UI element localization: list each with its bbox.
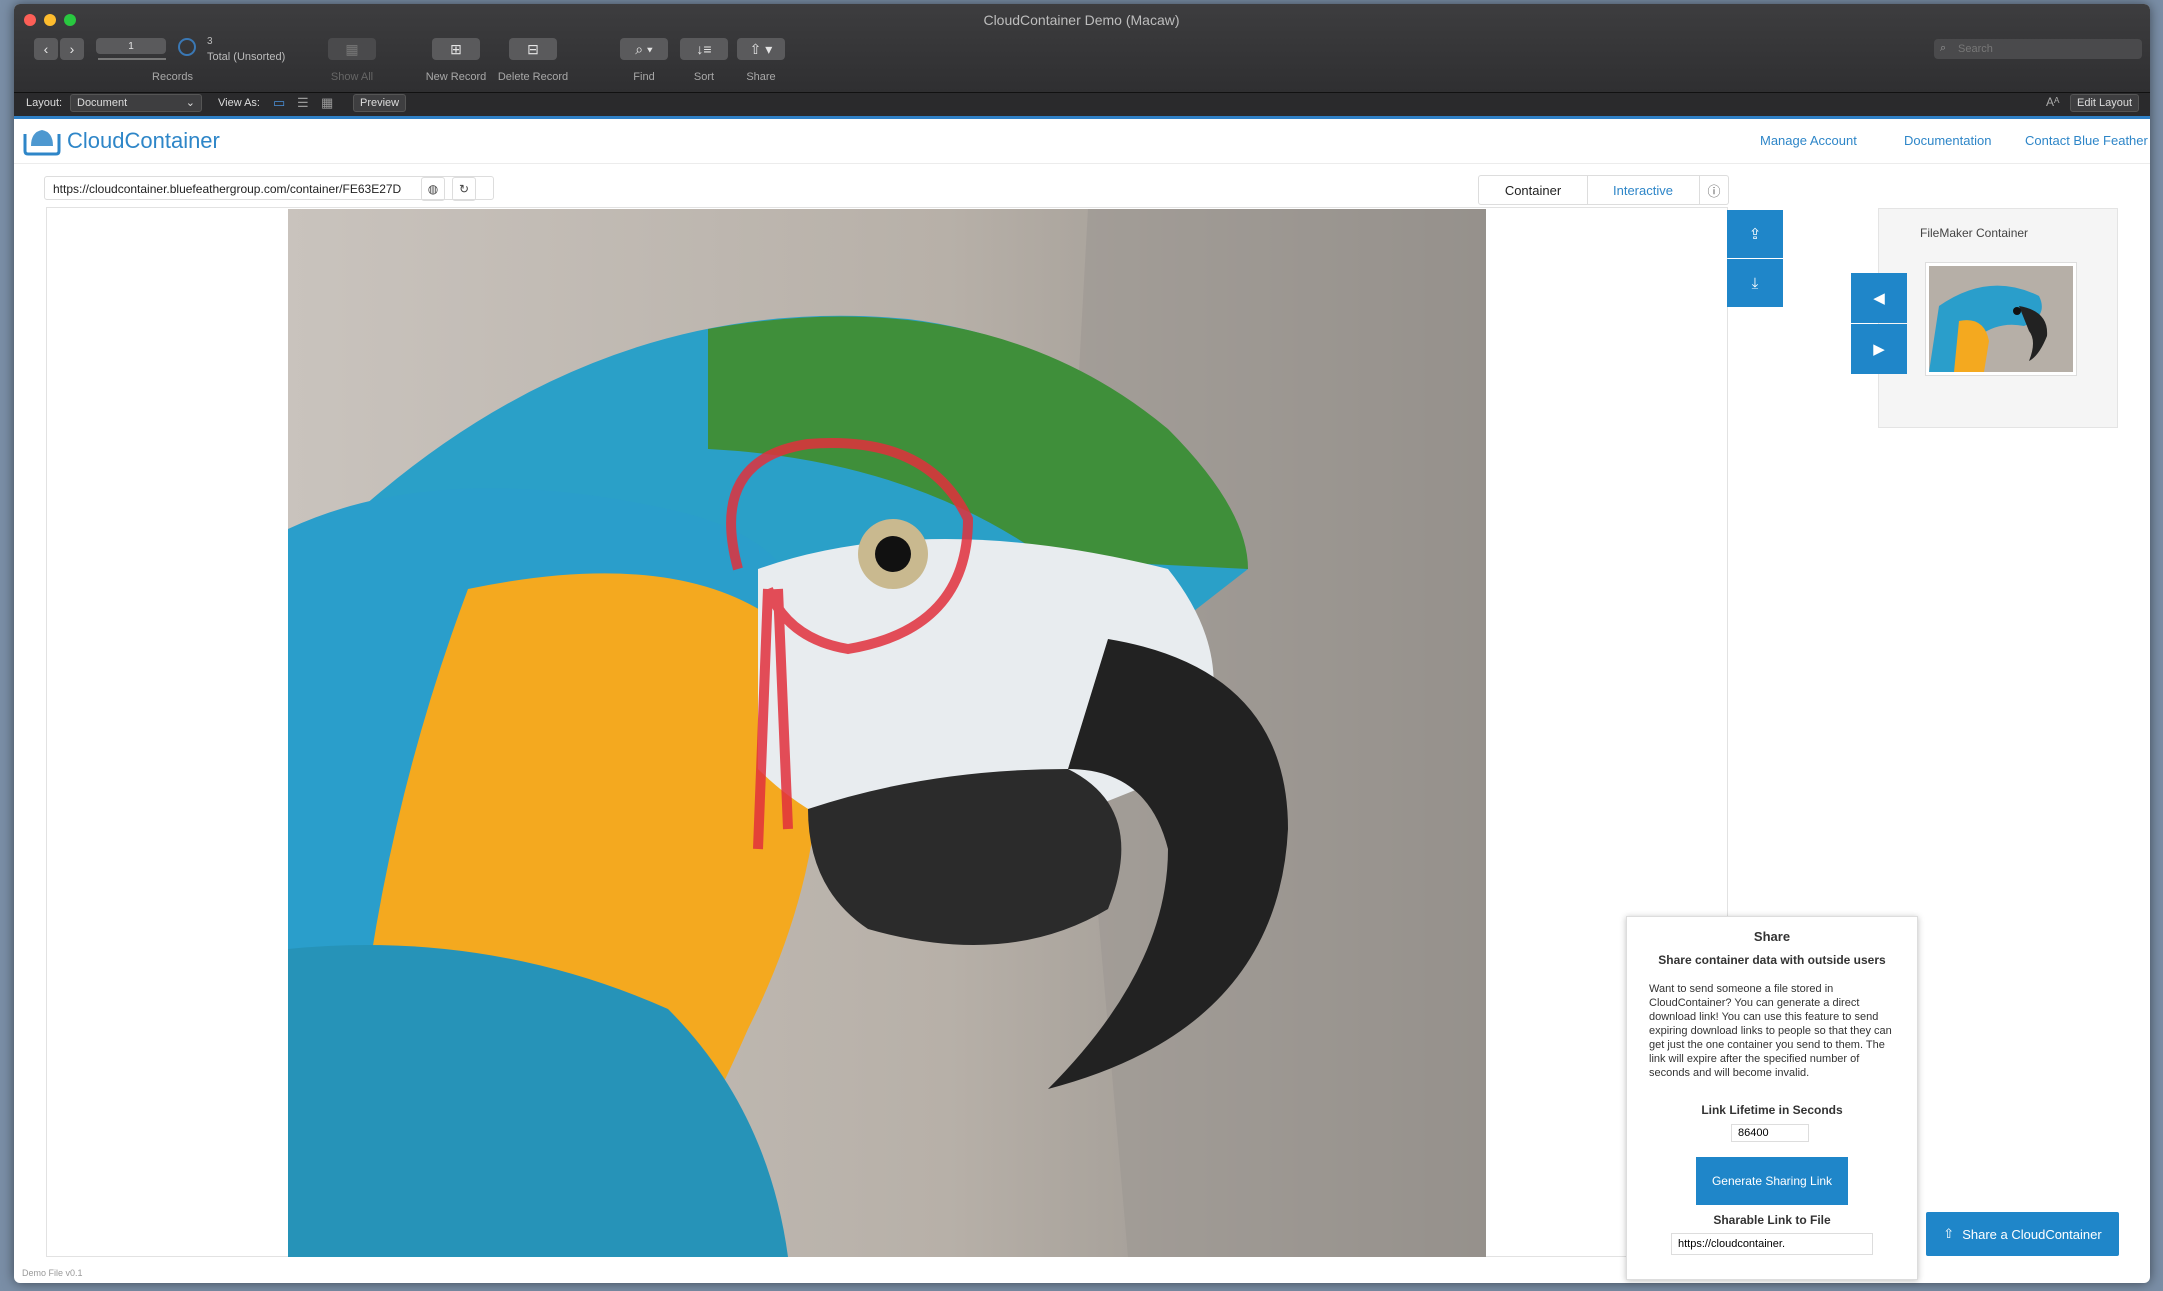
header-divider <box>14 163 2150 164</box>
sort-button[interactable]: ↓≡ <box>680 38 728 60</box>
layout-label: Layout: <box>26 97 63 109</box>
documentation-link[interactable]: Documentation <box>1904 133 1991 148</box>
sort-icon: ↓≡ <box>696 41 712 57</box>
pull-from-cloud-button[interactable]: ▶ <box>1851 324 1907 374</box>
cloudcontainer-logo-icon <box>23 130 61 156</box>
upload-icon: ⇪ <box>1748 226 1762 243</box>
record-number-field[interactable]: 1 <box>96 38 166 54</box>
record-slider[interactable] <box>98 58 166 60</box>
layout-select[interactable]: Document ⌄ <box>70 94 202 112</box>
search-icon: ⌕ <box>1940 42 1947 54</box>
search-icon: ⌕ ▾ <box>635 40 653 57</box>
chevron-down-icon: ⌄ <box>185 97 195 109</box>
arrow-left-icon: ◀ <box>1873 290 1885 307</box>
push-to-cloud-button[interactable]: ◀ <box>1851 273 1907 323</box>
minus-icon: ⊟ <box>527 40 539 57</box>
generate-sharing-link-button[interactable]: Generate Sharing Link <box>1696 1157 1848 1205</box>
share-popover-subtitle: Share container data with outside users <box>1658 953 1886 967</box>
share-icon: ⇧ ▾ <box>749 40 773 57</box>
arrow-right-icon: ▶ <box>1873 341 1885 358</box>
header-rule <box>14 116 2150 119</box>
form-view-icon[interactable]: ▭ <box>273 95 285 111</box>
show-all-label: Show All <box>330 71 374 83</box>
download-button[interactable]: ⤓ <box>1727 259 1783 307</box>
upload-button[interactable]: ⇪ <box>1727 210 1783 258</box>
new-record-button[interactable]: ⊞ <box>432 38 480 60</box>
records-pie-icon <box>178 38 196 56</box>
list-view-icon[interactable]: ☰ <box>297 95 309 111</box>
download-icon: ⤓ <box>1751 274 1759 292</box>
show-all-button[interactable]: ▦ <box>328 38 376 60</box>
plus-icon: ⊞ <box>450 40 462 57</box>
macaw-photo[interactable] <box>288 209 1486 1257</box>
preview-button[interactable]: Preview <box>353 94 407 112</box>
contact-link[interactable]: Contact Blue Feather <box>2025 133 2148 148</box>
brand-name: CloudContainer <box>67 128 220 153</box>
sort-label: Sort <box>693 71 715 83</box>
share-cloudcontainer-button[interactable]: ⇧ Share a CloudContainer <box>1926 1212 2119 1256</box>
share-popover-description: Want to send someone a file stored in Cl… <box>1649 983 1892 1079</box>
share-popover: Share Share container data with outside … <box>1626 916 1918 1280</box>
search-field[interactable]: ⌕ Search <box>1934 39 2142 59</box>
share-cloudcontainer-label: Share a CloudContainer <box>1962 1226 2102 1242</box>
share-label: Share <box>746 71 776 83</box>
find-button[interactable]: ⌕ ▾ <box>620 38 668 60</box>
prev-record-button[interactable]: ‹ <box>34 38 58 60</box>
record-total: 3 <box>207 36 213 47</box>
window-title: CloudContainer Demo (Macaw) <box>983 12 1180 28</box>
table-view-icon[interactable]: ▦ <box>321 95 333 111</box>
view-as-label: View As: <box>218 97 260 109</box>
share-toolbar-button[interactable]: ⇧ ▾ <box>737 38 785 60</box>
new-record-label: New Record <box>425 71 487 83</box>
tab-container[interactable]: Container <box>1478 175 1588 205</box>
find-label: Find <box>633 71 655 83</box>
search-placeholder: Search <box>1958 43 1993 55</box>
info-icon[interactable]: ⓘ <box>1700 175 1729 205</box>
sharable-link-field[interactable] <box>1671 1233 1873 1255</box>
next-record-button[interactable]: › <box>60 38 84 60</box>
delete-record-button[interactable]: ⊟ <box>509 38 557 60</box>
font-size-icon[interactable]: Aᴬ <box>2046 95 2059 109</box>
sharable-link-label: Sharable Link to File <box>1713 1213 1831 1227</box>
globe-icon[interactable]: ◍ <box>421 177 445 201</box>
link-lifetime-input[interactable] <box>1731 1124 1809 1142</box>
filemaker-container-title: FileMaker Container <box>1920 226 2029 240</box>
delete-record-label: Delete Record <box>497 71 569 83</box>
manage-account-link[interactable]: Manage Account <box>1760 133 1857 148</box>
chevron-right-icon: › <box>69 41 75 57</box>
layout-value: Document <box>77 97 128 109</box>
macaw-thumbnail-image <box>1929 266 2073 372</box>
status-footer: Demo File v0.1 <box>22 1268 83 1278</box>
container-thumbnail[interactable] <box>1925 262 2077 376</box>
layout-bar <box>14 92 2150 117</box>
share-popover-title: Share <box>1753 929 1791 944</box>
edit-layout-button[interactable]: Edit Layout <box>2070 94 2140 112</box>
tab-interactive[interactable]: Interactive <box>1587 175 1700 205</box>
refresh-icon[interactable]: ↻ <box>452 177 476 201</box>
records-label: Records <box>152 71 193 83</box>
link-lifetime-label: Link Lifetime in Seconds <box>1701 1103 1843 1117</box>
record-status: Total (Unsorted) <box>207 51 286 63</box>
show-all-icon: ▦ <box>345 40 359 57</box>
chevron-left-icon: ‹ <box>43 41 49 57</box>
share-icon: ⇧ <box>1943 1226 1955 1241</box>
